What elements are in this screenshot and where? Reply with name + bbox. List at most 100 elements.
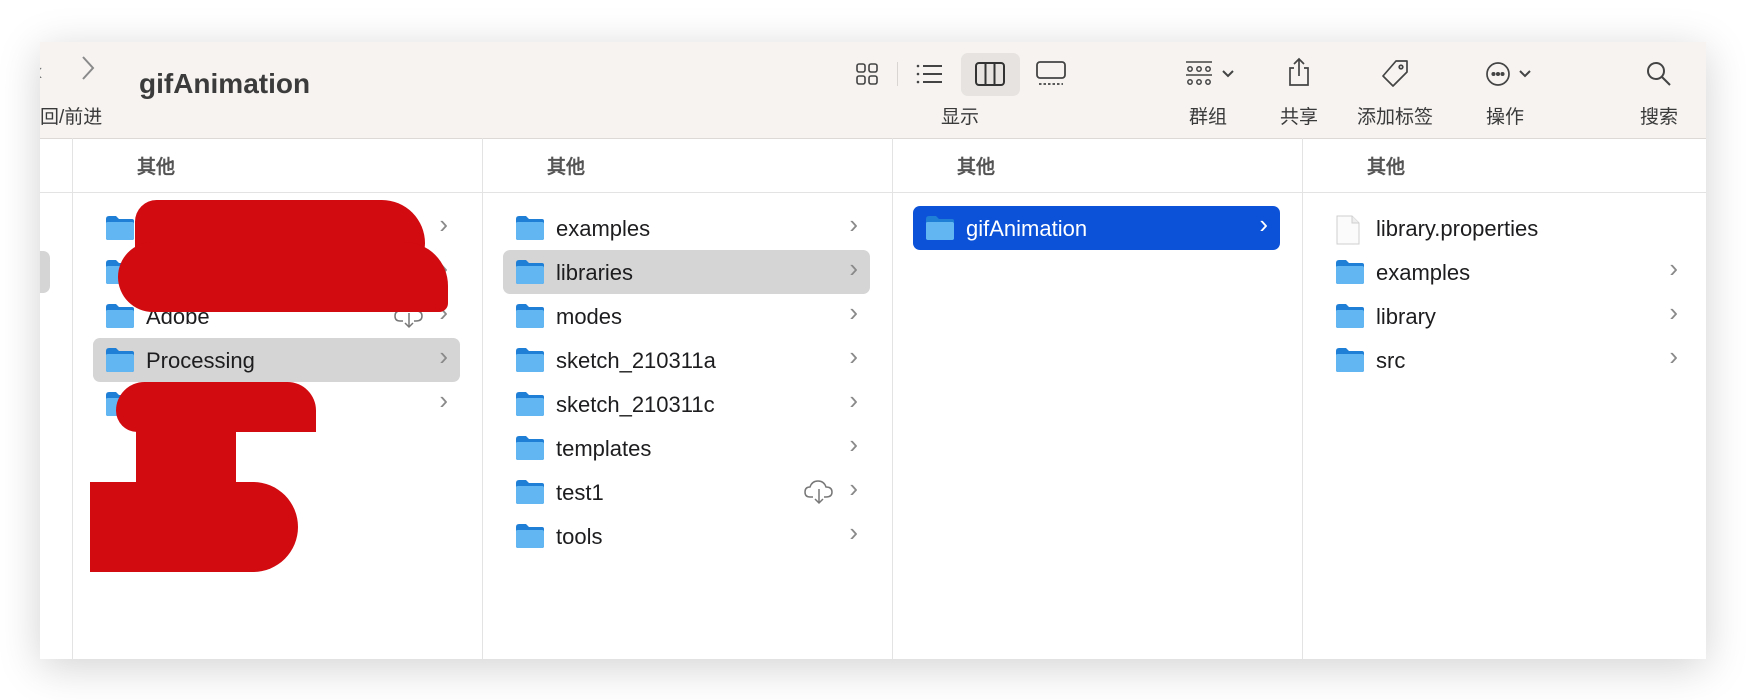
- column-header: 其他: [1367, 157, 1406, 178]
- chevron-right-icon: ›: [1259, 209, 1268, 239]
- nav-label: 回/前进: [40, 107, 103, 128]
- group-label: 群组: [1188, 107, 1228, 128]
- item-name: src: [1376, 348, 1406, 373]
- item-name: examples: [1376, 260, 1471, 285]
- item-name: templates: [556, 436, 652, 461]
- folder-icon: [515, 479, 545, 505]
- tag-button[interactable]: [1380, 59, 1410, 89]
- divider: [897, 62, 898, 86]
- folder-icon: [105, 347, 135, 373]
- folder-item[interactable]: test1 ›: [503, 470, 870, 514]
- search-icon: [1647, 62, 1671, 86]
- finder-window: ‹ 回/前进 gifAnimation 显示 群组 共享: [40, 42, 1706, 659]
- share-icon: [1289, 57, 1309, 86]
- group-icon: [1186, 61, 1234, 85]
- gallery-view-button[interactable]: [1036, 61, 1066, 87]
- folder-icon: [515, 303, 545, 329]
- folder-item[interactable]: modes ›: [503, 294, 870, 338]
- item-name: sketch_210311a: [556, 348, 716, 373]
- chevron-right-icon: ›: [1669, 297, 1678, 327]
- folder-item[interactable]: tools ›: [503, 514, 870, 558]
- column-header-bar: [40, 138, 1706, 193]
- chevron-right-icon: ›: [849, 385, 858, 415]
- folder-item[interactable]: examples ›: [1323, 250, 1690, 294]
- search-label: 搜索: [1639, 107, 1679, 128]
- chevron-right-icon: ›: [439, 209, 448, 239]
- column-divider[interactable]: [892, 138, 893, 659]
- item-name: sketch_210311c: [556, 392, 715, 417]
- item-name: library: [1376, 304, 1436, 329]
- folder-icon: [105, 303, 135, 329]
- folder-item[interactable]: examples ›: [503, 206, 870, 250]
- item-name: modes: [556, 304, 623, 329]
- column-header: 其他: [547, 157, 586, 178]
- folder-icon: [515, 523, 545, 549]
- folder-icon: [515, 259, 545, 285]
- folder-icon: [925, 215, 955, 241]
- view-label: 显示: [940, 107, 980, 128]
- tag-label: 添加标签: [1356, 107, 1434, 128]
- folder-item[interactable]: Processing ›: [93, 338, 460, 382]
- action-button[interactable]: [1485, 60, 1535, 88]
- redaction-mark: [90, 482, 298, 572]
- more-actions-icon: [1486, 62, 1531, 86]
- folder-item[interactable]: libraries ›: [503, 250, 870, 294]
- folder-icon: [1335, 259, 1365, 285]
- chevron-right-icon: ›: [1669, 341, 1678, 371]
- folder-item[interactable]: library ›: [1323, 294, 1690, 338]
- redaction-mark: [118, 242, 448, 312]
- columns-icon: [975, 62, 1005, 86]
- back-button[interactable]: ‹: [40, 56, 43, 87]
- file-item[interactable]: library.properties: [1323, 206, 1690, 250]
- column-header: 其他: [137, 157, 176, 178]
- list-icon: [916, 64, 942, 84]
- chevron-right-icon: ›: [849, 253, 858, 283]
- folder-icon: [515, 435, 545, 461]
- column-divider[interactable]: [1302, 138, 1303, 659]
- cloud-download-icon[interactable]: [804, 479, 834, 510]
- chevron-right-icon: ›: [439, 385, 448, 415]
- chevron-right-icon: ›: [849, 209, 858, 239]
- folder-item[interactable]: gifAnimation ›: [913, 206, 1280, 250]
- chevron-right-icon: ›: [849, 297, 858, 327]
- group-button[interactable]: [1185, 60, 1239, 88]
- column-header: 其他: [957, 157, 996, 178]
- folder-item[interactable]: sketch_210311c ›: [503, 382, 870, 426]
- forward-button[interactable]: [80, 54, 96, 87]
- folder-icon: [515, 347, 545, 373]
- folder-item[interactable]: templates ›: [503, 426, 870, 470]
- gallery-icon: [1036, 61, 1066, 85]
- item-name: examples: [556, 216, 651, 241]
- previous-column-selection: [40, 251, 50, 293]
- chevron-right-icon: [82, 56, 95, 80]
- folder-icon: [515, 391, 545, 417]
- chevron-right-icon: ›: [849, 517, 858, 547]
- column-view-button[interactable]: [975, 62, 1005, 86]
- toolbar: ‹ 回/前进 gifAnimation 显示 群组 共享: [40, 42, 1706, 139]
- chevron-right-icon: ›: [849, 473, 858, 503]
- window-title: gifAnimation: [139, 68, 311, 99]
- item-name: Processing: [146, 348, 255, 373]
- search-button[interactable]: [1646, 61, 1672, 87]
- icon-view-button[interactable]: [855, 62, 879, 86]
- chevron-right-icon: ›: [849, 341, 858, 371]
- column-divider[interactable]: [482, 138, 483, 659]
- item-name: test1: [556, 480, 604, 505]
- chevron-right-icon: ›: [849, 429, 858, 459]
- item-name: libraries: [556, 260, 634, 285]
- share-button[interactable]: [1287, 57, 1311, 87]
- folder-item[interactable]: sketch_210311a ›: [503, 338, 870, 382]
- grid-icon: [856, 63, 878, 85]
- list-view-button[interactable]: [915, 63, 943, 85]
- item-name: gifAnimation: [966, 216, 1088, 241]
- share-label: 共享: [1279, 107, 1319, 128]
- item-name: tools: [556, 524, 603, 549]
- folder-icon: [105, 215, 135, 241]
- file-icon: [1335, 215, 1365, 245]
- column-divider[interactable]: [72, 138, 73, 659]
- action-label: 操作: [1485, 107, 1525, 128]
- folder-icon: [1335, 347, 1365, 373]
- folder-item[interactable]: src ›: [1323, 338, 1690, 382]
- item-name: library.properties: [1376, 216, 1539, 241]
- chevron-right-icon: ›: [439, 341, 448, 371]
